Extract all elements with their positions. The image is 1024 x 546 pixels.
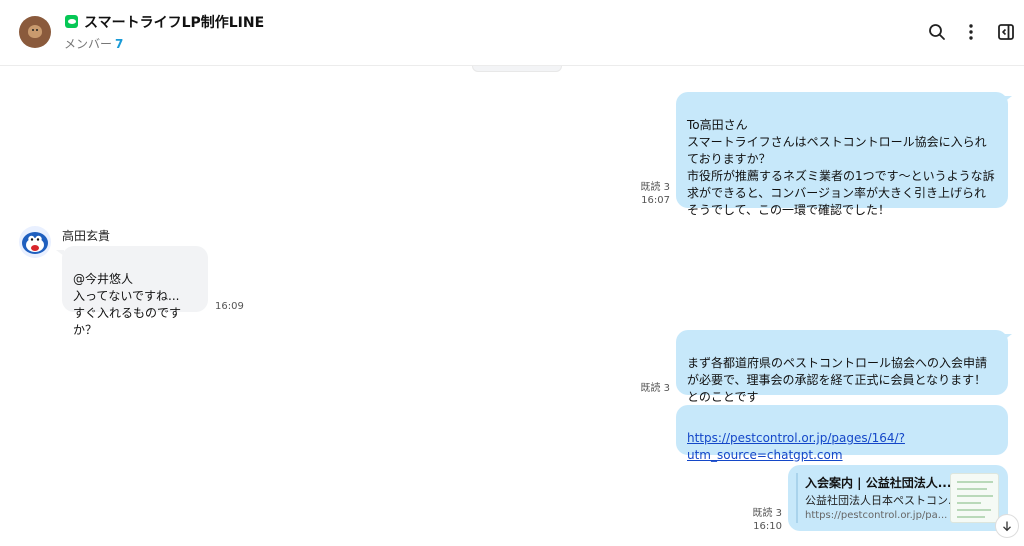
message-meta: 既読 3 16:07	[620, 181, 670, 207]
outgoing-message-bubble[interactable]: To高田さん スマートライフさんはペストコントロール協会に入られておりますか？ …	[676, 92, 1008, 217]
bear-eye-right	[36, 29, 38, 31]
date-separator	[472, 66, 562, 72]
outgoing-link-bubble[interactable]: https://pestcontrol.or.jp/pages/164/?utm…	[676, 405, 1008, 462]
card-title: 入会案内 | 公益社団法人...	[805, 476, 952, 490]
scroll-to-bottom-button[interactable]	[995, 514, 1019, 538]
sender-name: 高田玄貴	[62, 229, 111, 243]
group-avatar[interactable]	[19, 16, 51, 48]
card-url: https://pestcontrol.or.jp/pa...	[805, 510, 948, 521]
card-subtitle: 公益社団法人日本ペストコン...	[805, 494, 959, 507]
link-preview-card[interactable]: 入会案内 | 公益社団法人... 公益社団法人日本ペストコン... https:…	[788, 465, 1008, 531]
message-text: まず各都道府県のペストコントロール協会への入会申請が必要で、理事会の承認を経て正…	[687, 356, 988, 404]
message-time: 16:07	[641, 195, 670, 206]
read-receipt: 既読 3	[640, 182, 670, 193]
message-meta: 既読 3 16:10	[732, 507, 782, 533]
sidebar-toggle-icon[interactable]	[994, 20, 1018, 44]
card-accent-bar	[796, 473, 798, 523]
message-text: @今井悠人 入ってないですね... すぐ入れるものですか？	[73, 272, 182, 337]
read-receipt: 既読 3	[752, 508, 782, 519]
card-thumbnail	[950, 473, 999, 523]
bear-face	[28, 25, 42, 38]
bubble-tail	[1004, 334, 1012, 340]
member-info[interactable]: メンバー 7	[64, 35, 123, 52]
chat-header: スマートライフLP制作LINE メンバー 7	[0, 0, 1024, 66]
bear-eye-left	[32, 29, 34, 31]
read-receipt: 既読 3	[640, 383, 670, 394]
incoming-message-bubble[interactable]: @今井悠人 入ってないですね... すぐ入れるものですか？	[62, 246, 208, 337]
sender-avatar[interactable]	[19, 226, 51, 258]
chat-area[interactable]: To高田さん スマートライフさんはペストコントロール協会に入られておりますか？ …	[0, 66, 1024, 546]
message-link[interactable]: https://pestcontrol.or.jp/pages/164/?utm…	[687, 431, 905, 462]
bubble-tail	[1004, 96, 1012, 102]
member-label: メンバー	[64, 37, 113, 51]
arrow-down-icon	[1003, 521, 1011, 532]
line-logo-icon	[65, 15, 78, 28]
message-text: To高田さん スマートライフさんはペストコントロール協会に入られておりますか？ …	[687, 118, 995, 217]
outgoing-message-bubble[interactable]: まず各都道府県のペストコントロール協会への入会申請が必要で、理事会の承認を経て正…	[676, 330, 1008, 404]
bubble-tail	[56, 250, 64, 256]
member-count: 7	[115, 37, 124, 51]
message-time: 16:09	[215, 301, 244, 312]
message-time: 16:10	[753, 521, 782, 532]
more-vertical-icon[interactable]	[959, 20, 983, 44]
search-icon[interactable]	[925, 20, 949, 44]
group-title: スマートライフLP制作LINE	[84, 15, 265, 31]
